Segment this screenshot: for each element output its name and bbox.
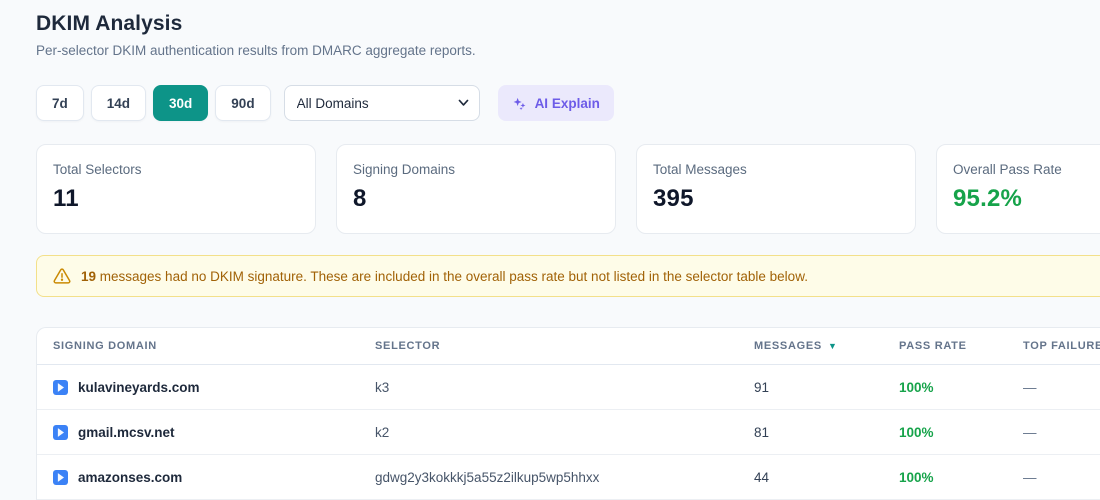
page-subtitle: Per-selector DKIM authentication results…: [36, 43, 476, 58]
top-failure-cell: —: [1023, 424, 1037, 440]
stats-row: Total Selectors 11 Signing Domains 8 Tot…: [36, 144, 1100, 234]
column-header-selector[interactable]: SELECTOR: [375, 340, 754, 352]
table-body: kulavineyards.com k3 91 100% — gmail.mcs…: [37, 365, 1100, 500]
warning-triangle-icon: [53, 267, 71, 285]
column-header-messages[interactable]: MESSAGES ▼: [754, 340, 899, 352]
warning-message: messages had no DKIM signature. These ar…: [96, 268, 808, 284]
domain-name: kulavineyards.com: [78, 379, 200, 395]
column-header-signing-domain[interactable]: SIGNING DOMAIN: [53, 340, 375, 352]
pass-rate-cell: 100%: [899, 424, 934, 440]
ai-explain-button[interactable]: AI Explain: [497, 85, 614, 121]
pass-rate-cell: 100%: [899, 379, 934, 395]
table-row: kulavineyards.com k3 91 100% —: [37, 365, 1100, 410]
stat-card-overall-pass-rate: Overall Pass Rate 95.2%: [936, 144, 1100, 234]
filter-bar: 7d 14d 30d 90d All Domains AI Explain: [36, 85, 1100, 121]
domain-select-wrap: All Domains: [283, 85, 480, 121]
messages-cell: 91: [754, 379, 770, 395]
warning-text: 19 messages had no DKIM signature. These…: [81, 269, 808, 284]
domain-name: gmail.mcsv.net: [78, 424, 175, 440]
selector-table: SIGNING DOMAIN SELECTOR MESSAGES ▼ PASS R…: [36, 327, 1100, 500]
stat-card-signing-domains: Signing Domains 8: [336, 144, 616, 234]
expand-row-icon[interactable]: [53, 379, 68, 395]
stat-value: 11: [53, 185, 79, 212]
dkim-analysis-page: DKIM Analysis Per-selector DKIM authenti…: [0, 0, 1100, 500]
warning-count: 19: [81, 268, 97, 284]
expand-row-icon[interactable]: [53, 424, 68, 440]
time-range-group: 7d 14d 30d 90d: [36, 85, 271, 121]
domain-cell[interactable]: kulavineyards.com: [53, 379, 375, 395]
selector-cell: k3: [375, 379, 390, 395]
top-failure-cell: —: [1023, 469, 1037, 485]
table-header-row: SIGNING DOMAIN SELECTOR MESSAGES ▼ PASS R…: [37, 328, 1100, 365]
top-failure-cell: —: [1023, 379, 1037, 395]
range-button-90d[interactable]: 90d: [215, 85, 271, 121]
range-button-30d[interactable]: 30d: [153, 85, 209, 121]
column-header-pass-rate[interactable]: PASS RATE: [899, 340, 1023, 352]
range-button-14d[interactable]: 14d: [90, 85, 147, 121]
stat-label: Total Messages: [653, 162, 747, 177]
column-header-top-failure[interactable]: TOP FAILURE: [1023, 340, 1100, 352]
page-title: DKIM Analysis: [36, 12, 183, 35]
stat-card-total-selectors: Total Selectors 11: [36, 144, 316, 234]
domain-cell[interactable]: gmail.mcsv.net: [53, 424, 375, 440]
sort-descending-icon: ▼: [827, 340, 838, 351]
pass-rate-cell: 100%: [899, 469, 934, 485]
stat-label: Total Selectors: [53, 162, 142, 177]
messages-cell: 81: [754, 424, 770, 440]
stat-value: 95.2%: [953, 185, 1023, 212]
stat-label: Overall Pass Rate: [953, 162, 1062, 177]
messages-cell: 44: [754, 469, 770, 485]
stat-value: 395: [653, 185, 694, 212]
table-row: gmail.mcsv.net k2 81 100% —: [37, 410, 1100, 455]
ai-explain-label: AI Explain: [534, 95, 600, 111]
selector-cell: gdwg2y3kokkkj5a55z2ilkup5wp5hhxx: [375, 469, 600, 485]
domain-select[interactable]: All Domains: [283, 85, 480, 121]
selector-cell: k2: [375, 424, 390, 440]
sparkles-icon: [512, 96, 527, 111]
stat-value: 8: [353, 185, 367, 212]
table-row: amazonses.com gdwg2y3kokkkj5a55z2ilkup5w…: [37, 455, 1100, 500]
domain-cell[interactable]: amazonses.com: [53, 469, 375, 485]
domain-name: amazonses.com: [78, 469, 183, 485]
expand-row-icon[interactable]: [53, 469, 68, 485]
range-button-7d[interactable]: 7d: [36, 85, 84, 121]
stat-label: Signing Domains: [353, 162, 456, 177]
no-signature-warning-banner: 19 messages had no DKIM signature. These…: [36, 255, 1100, 297]
stat-card-total-messages: Total Messages 395: [636, 144, 916, 234]
